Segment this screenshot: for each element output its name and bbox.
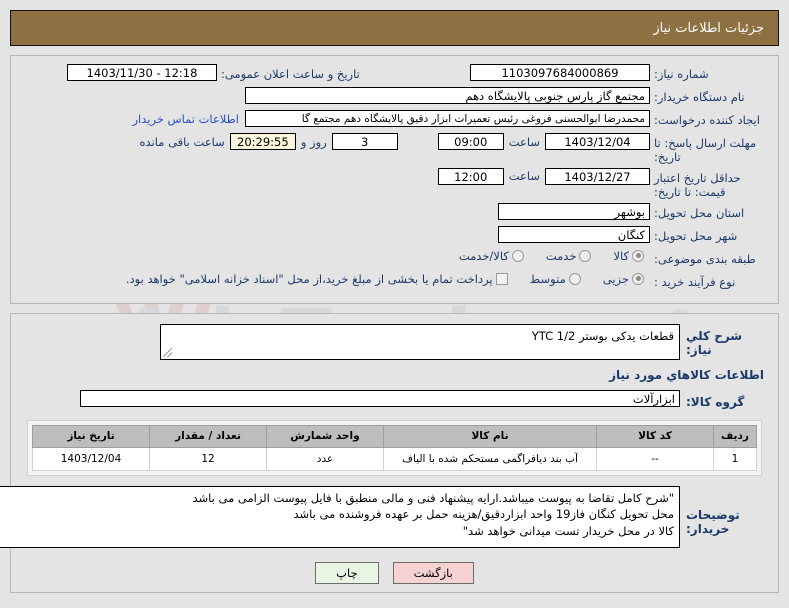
process-label: نوع فرآیند خرید : [654,274,736,289]
need-info-panel: شماره نیاز: 1103097684000869 تاریخ و ساع… [10,55,779,304]
radio-category-service[interactable] [579,249,592,262]
cell-date: 1403/12/04 [32,446,150,471]
goods-group-label: گروه کالا: [686,394,745,409]
row-price-validity: حداقل تاریخ اعتبار قیمت: تا تاریخ: 1403/… [19,167,770,200]
row-deadline: مهلت ارسال پاسخ: تا تاریخ: 1403/12/04 سا… [19,133,770,165]
row-buyer-org: نام دستگاه خریدار: مجتمع گاز پارس جنوبی … [19,87,770,107]
cell-qty: 12 [149,446,267,471]
buyer-notes-label: توضیحات خریدار: [686,507,740,536]
radio-process-medium[interactable] [568,272,581,285]
col-header-date: تاریخ نیاز [32,424,150,448]
price-validity-date-value: 1403/12/27 [545,167,650,185]
remaining-days-label: روز و [300,134,327,149]
row-category: طبقه بندی موضوعی: کالا خدمت کالا/خدمت [19,249,770,269]
deadline-date-value: 1403/12/04 [545,133,650,150]
goods-table: ردیف کد کالا نام کالا واحد شمارش تعداد /… [32,424,757,471]
cell-code: -- [596,446,714,471]
page-title: جزئیات اطلاعات نیاز [653,20,764,36]
row-description: شرح كلي نياز: قطعات یدکی بوستر YTC 1/2 [19,323,770,360]
deadline-label: مهلت ارسال پاسخ: تا تاریخ: [654,136,757,165]
row-buyer-notes: توضیحات خریدار: "شرح کامل تقاضا به پیوست… [0,485,770,548]
category-label: طبقه بندی موضوعی: [654,251,756,266]
row-process: نوع فرآیند خرید : جزیی متوسط پرداخت تمام… [19,272,770,292]
col-header-unit: واحد شمارش [266,424,384,448]
row-creator: ایجاد کننده درخواست: محمدرضا ابوالحسنی ف… [19,110,770,130]
price-validity-hour-label: ساعت [508,169,540,184]
description-label: شرح كلي نياز: [686,328,743,357]
buyer-notes-textarea[interactable]: "شرح کامل تقاضا به پیوست میباشد.ارایه پی… [0,485,680,548]
need-description-panel: شرح كلي نياز: قطعات یدکی بوستر YTC 1/2 ا… [0,312,779,593]
cell-unit: عدد [266,446,384,471]
radio-category-goods-service[interactable] [511,249,524,262]
province-value: بوشهر [498,202,650,220]
price-validity-hour-value: 12:00 [437,167,504,185]
col-header-name: نام کالا [383,424,597,448]
print-button[interactable]: چاپ [315,561,379,584]
remaining-time-value: 20:29:55 [229,133,296,150]
checkbox-islamic-treasury-label: پرداخت تمام یا بخشی از مبلغ خرید،از محل … [125,271,493,286]
remaining-days-value: 3 [331,133,398,150]
city-value: کنگان [498,225,650,243]
announce-datetime-value: 12:18 - 1403/11/30 [67,64,217,81]
city-label: شهر محل تحویل: [654,228,738,243]
table-row: 1 -- آب بند دیافراگمی مستحکم شده با الیا… [32,446,757,471]
row-city: شهر محل تحویل: کنگان [19,225,770,246]
col-header-code: کد کالا [596,424,714,448]
goods-table-wrapper: ردیف کد کالا نام کالا واحد شمارش تعداد /… [27,419,762,476]
creator-value: محمدرضا ابوالحسنی فروغی رئیس تعمیرات ابز… [245,110,650,127]
deadline-hour-label: ساعت [508,134,540,149]
row-province: استان محل تحویل: بوشهر [19,202,770,223]
page-header: جزئیات اطلاعات نیاز [10,10,779,46]
price-validity-label: حداقل تاریخ اعتبار قیمت: تا تاریخ: [654,170,741,200]
radio-category-goods[interactable] [632,249,644,262]
buyer-org-label: نام دستگاه خریدار: [654,90,745,104]
need-number-value: 1103097684000869 [470,64,650,81]
goods-group-value: ابزارآلات [80,389,680,407]
creator-label: ایجاد کننده درخواست: [654,113,760,127]
remaining-time-label: ساعت باقی مانده [139,134,225,149]
radio-process-minor-label: جزیی [602,271,629,286]
radio-process-minor[interactable] [632,272,644,285]
province-label: استان محل تحویل: [654,205,745,220]
action-buttons: بازگشت چاپ [19,561,770,584]
row-goods-group: گروه کالا: ابزارآلات [19,389,770,410]
col-header-qty: تعداد / مقدار [149,424,267,448]
buyer-contact-link[interactable]: اطلاعات تماس خریدار [132,112,239,126]
radio-category-service-label: خدمت [545,248,577,263]
goods-section-title: اطلاعات كالاهاي مورد نياز [609,367,764,382]
need-number-label: شماره نیاز: [654,67,709,81]
cell-name: آب بند دیافراگمی مستحکم شده با الیاف [383,446,597,471]
radio-process-medium-label: متوسط [529,271,566,286]
checkbox-islamic-treasury[interactable] [495,272,508,285]
radio-category-goods-service-label: کالا/خدمت [458,248,509,263]
deadline-hour-value: 09:00 [437,133,504,150]
cell-row: 1 [713,446,757,471]
col-header-row: ردیف [713,424,757,448]
table-header-row: ردیف کد کالا نام کالا واحد شمارش تعداد /… [32,424,757,448]
back-button[interactable]: بازگشت [392,561,474,584]
description-textarea[interactable]: قطعات یدکی بوستر YTC 1/2 [160,323,680,360]
radio-category-goods-label: کالا [613,248,629,263]
buyer-org-value: مجتمع گاز پارس جنوبی پالایشگاه دهم [245,87,650,104]
row-need-number: شماره نیاز: 1103097684000869 تاریخ و ساع… [19,64,770,87]
announce-datetime-label: تاریخ و ساعت اعلان عمومی: [221,67,360,81]
